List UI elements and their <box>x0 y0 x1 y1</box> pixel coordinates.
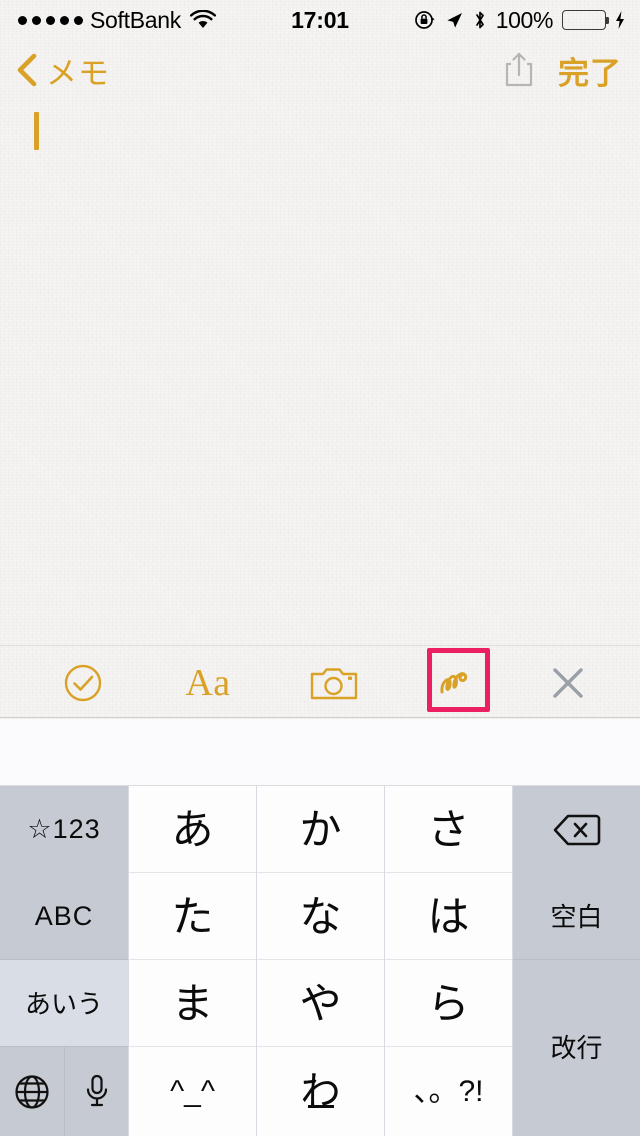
key-ha-row-label: は <box>427 892 470 940</box>
rotation-lock-icon <box>414 9 436 31</box>
key-emoticon[interactable]: ^_^ <box>129 1047 256 1136</box>
keyboard-row-separator <box>513 959 640 960</box>
keyboard-col-separator <box>128 786 129 1136</box>
back-button[interactable]: メモ <box>14 40 110 100</box>
key-symbols-123[interactable]: ☆123 <box>0 786 128 873</box>
key-kana-aiu-label: あいう <box>24 988 103 1019</box>
key-sa-row-label: さ <box>427 805 470 853</box>
bluetooth-icon <box>473 9 487 31</box>
key-ra-row[interactable]: ら <box>385 960 512 1047</box>
keyboard-row-separator <box>129 959 512 960</box>
status-bar-right: 100% <box>414 7 626 34</box>
keyboard-col-separator <box>512 786 513 1136</box>
key-space[interactable]: 空白 <box>513 873 640 960</box>
key-ka-row[interactable]: か <box>257 786 384 873</box>
lightning-bolt-icon <box>614 10 626 30</box>
key-ta-row[interactable]: た <box>129 873 256 960</box>
keyboard-row-separator <box>129 1046 512 1047</box>
done-button[interactable]: 完了 <box>558 40 622 100</box>
key-kana-aiu[interactable]: あいう <box>0 960 128 1047</box>
text-cursor <box>34 112 39 150</box>
navigation-bar: メモ 完了 <box>0 40 640 100</box>
key-ta-row-label: た <box>171 892 214 940</box>
text-format-icon: Aa <box>185 661 231 704</box>
key-symbols-123-label: ☆123 <box>27 814 101 844</box>
text-format-button[interactable]: Aa <box>156 646 260 719</box>
notes-toolbar: Aa <box>0 645 640 718</box>
key-a-row-label: あ <box>171 805 214 853</box>
check-circle-icon <box>61 661 105 705</box>
key-punctuation-label: 、。?! <box>413 1074 484 1108</box>
key-ha-row[interactable]: は <box>385 873 512 960</box>
key-na-row[interactable]: な <box>257 873 384 960</box>
location-arrow-icon <box>445 11 464 30</box>
keyboard-row-separator <box>0 1046 128 1047</box>
key-abc[interactable]: ABC <box>0 873 128 960</box>
key-ra-row-label: ら <box>427 979 470 1027</box>
key-return-label: 改行 <box>550 1033 603 1063</box>
key-dictation[interactable] <box>65 1047 128 1136</box>
key-ka-row-label: か <box>299 805 342 853</box>
squiggle-sketch-icon <box>435 662 477 704</box>
key-a-row[interactable]: あ <box>129 786 256 873</box>
notes-app-screen: SoftBank 17:01 100% メモ 完了 Aa ☆123 あ か さ … <box>0 0 640 1136</box>
key-wa-row[interactable]: わ <box>257 1047 384 1136</box>
key-sa-row[interactable]: さ <box>385 786 512 873</box>
delete-backspace-icon <box>552 812 602 848</box>
share-icon <box>502 50 536 90</box>
key-ya-row-label: や <box>299 979 342 1027</box>
key-emoticon-label: ^_^ <box>170 1074 215 1108</box>
chevron-left-icon <box>14 50 40 90</box>
key-abc-label: ABC <box>34 901 94 931</box>
key-wa-row-underline <box>307 1105 334 1108</box>
japanese-kana-keyboard: ☆123 あ か さ ABC た な は 空白 あいう ま や ら 改行 ^_^… <box>0 786 640 1136</box>
keyboard-col-separator <box>256 786 257 1136</box>
key-ya-row[interactable]: や <box>257 960 384 1047</box>
camera-icon <box>309 662 359 704</box>
battery-icon <box>562 10 609 30</box>
keyboard-col-separator <box>64 1047 65 1136</box>
camera-button[interactable] <box>282 646 386 719</box>
key-ma-row-label: ま <box>171 979 214 1027</box>
back-button-label: メモ <box>46 55 110 91</box>
share-button[interactable] <box>502 40 536 100</box>
microphone-icon <box>84 1073 110 1111</box>
key-ma-row[interactable]: ま <box>129 960 256 1047</box>
key-space-label: 空白 <box>550 901 603 932</box>
status-bar: SoftBank 17:01 100% <box>0 0 640 40</box>
key-return[interactable]: 改行 <box>513 960 640 1136</box>
key-delete[interactable] <box>513 786 640 873</box>
close-x-icon <box>548 663 588 703</box>
note-text-area[interactable] <box>0 100 640 718</box>
key-na-row-label: な <box>299 892 342 940</box>
battery-percentage: 100% <box>495 6 554 33</box>
predictive-text-bar[interactable] <box>0 719 640 786</box>
key-punctuation[interactable]: 、。?! <box>385 1047 512 1136</box>
key-globe[interactable] <box>0 1047 64 1136</box>
close-keyboard-button[interactable] <box>516 646 620 719</box>
checklist-button[interactable] <box>31 646 135 719</box>
globe-icon <box>13 1073 51 1111</box>
keyboard-col-separator <box>384 786 385 1136</box>
sketch-button[interactable] <box>404 646 508 719</box>
keyboard-row-separator <box>0 959 128 960</box>
keyboard-row-separator <box>129 872 512 873</box>
